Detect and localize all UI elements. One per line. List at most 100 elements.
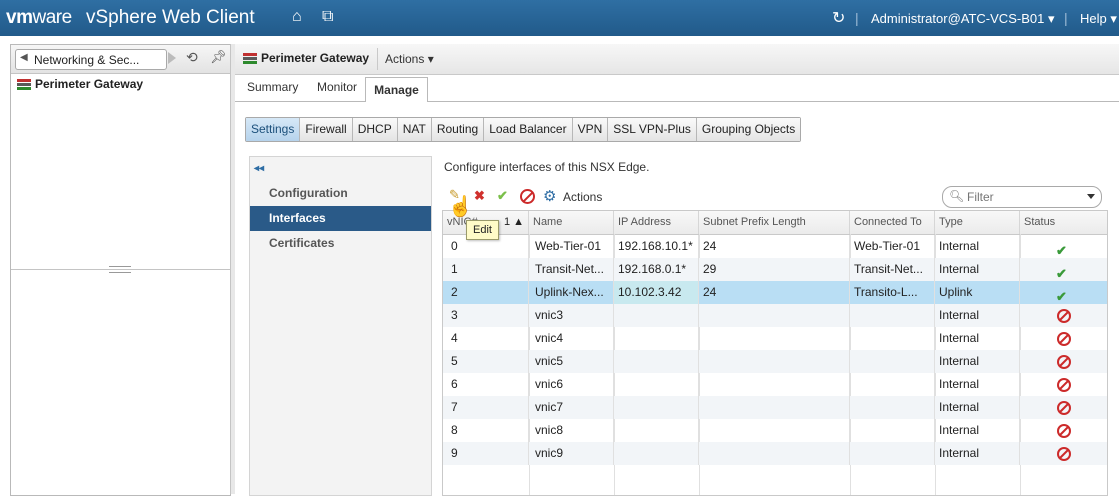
- nav-back-label: Networking & Sec...: [34, 53, 140, 67]
- subtab-settings[interactable]: Settings: [246, 118, 301, 141]
- table-row[interactable]: 4 vnic4 Internal: [443, 327, 1107, 350]
- actions-menu[interactable]: Actions ▾: [385, 52, 434, 66]
- cell-type: Internal: [935, 373, 1020, 396]
- cell-name: vnic6: [529, 373, 614, 396]
- col-header-name[interactable]: Name: [529, 211, 614, 234]
- col-header-prefix[interactable]: Subnet Prefix Length: [699, 211, 850, 234]
- cell-type: Internal: [935, 396, 1020, 419]
- table-row[interactable]: 7 vnic7 Internal: [443, 396, 1107, 419]
- history-icon[interactable]: ⟲: [186, 49, 198, 66]
- table-row[interactable]: 9 vnic9 Internal: [443, 442, 1107, 465]
- pin-icon[interactable]: 📌︎: [210, 49, 227, 65]
- separator: |: [855, 10, 859, 26]
- table-row[interactable]: 5 vnic5 Internal: [443, 350, 1107, 373]
- cell-prefix: [699, 396, 850, 419]
- col-header-type[interactable]: Type: [935, 211, 1020, 234]
- table-row[interactable]: 8 vnic8 Internal: [443, 419, 1107, 442]
- top-bar: vmware vSphere Web Client ⌂ ⧉ ↻ | Admini…: [0, 0, 1119, 36]
- app-title: vSphere Web Client: [86, 7, 255, 28]
- chevron-down-icon[interactable]: [1087, 194, 1095, 199]
- subtab-firewall[interactable]: Firewall: [300, 118, 353, 141]
- cell-vnic: 6: [443, 373, 529, 396]
- refresh-icon[interactable]: ↻: [832, 8, 845, 28]
- tab-monitor[interactable]: Monitor: [317, 80, 357, 100]
- cell-status: [1020, 419, 1107, 442]
- green-check-icon: ✔: [1056, 289, 1067, 304]
- cell-ip: [614, 304, 699, 327]
- home-icon[interactable]: ⌂: [292, 8, 302, 26]
- cell-vnic: 3: [443, 304, 529, 327]
- sort-asc-icon: 1 ▲: [503, 216, 524, 228]
- subtab-routing[interactable]: Routing: [431, 118, 485, 141]
- vertical-splitter[interactable]: [230, 44, 235, 494]
- cell-status: [1020, 304, 1107, 327]
- delete-icon[interactable]: ✖: [474, 188, 485, 204]
- new-window-icon[interactable]: ⧉: [322, 8, 333, 26]
- cell-name: Transit-Net...: [529, 258, 614, 281]
- nav-certificates[interactable]: Certificates: [250, 231, 431, 256]
- object-title: Perimeter Gateway: [243, 51, 369, 65]
- cell-connected: Transito-L...: [850, 281, 935, 304]
- subtab-nat[interactable]: NAT: [397, 118, 432, 141]
- hand-cursor-icon: ☝: [448, 196, 473, 218]
- col-header-connected[interactable]: Connected To: [850, 211, 935, 234]
- table-row[interactable]: 3 vnic3 Internal: [443, 304, 1107, 327]
- disable-icon[interactable]: [520, 189, 535, 204]
- filter-box[interactable]: 🔍︎: [942, 186, 1102, 208]
- red-no-entry-icon: [1057, 447, 1071, 461]
- pane-resize-handle[interactable]: [109, 266, 131, 273]
- cell-prefix: [699, 419, 850, 442]
- green-check-icon: ✔: [1056, 243, 1067, 258]
- help-menu[interactable]: Help ▾: [1080, 11, 1117, 27]
- cell-status: ✔: [1020, 235, 1107, 258]
- table-row[interactable]: 6 vnic6 Internal: [443, 373, 1107, 396]
- back-navigation-button[interactable]: ◀ Networking & Sec...: [15, 49, 167, 70]
- cell-ip: [614, 396, 699, 419]
- cell-prefix: 29: [699, 258, 850, 281]
- table-row[interactable]: 2 Uplink-Nex... 10.102.3.42 24 Transito-L...…: [443, 281, 1107, 304]
- cell-prefix: 24: [699, 235, 850, 258]
- cell-status: [1020, 396, 1107, 419]
- cell-type: Internal: [935, 304, 1020, 327]
- cell-connected: [850, 419, 935, 442]
- cell-name: vnic5: [529, 350, 614, 373]
- collapse-icon[interactable]: ◂◂: [254, 163, 264, 174]
- cell-status: [1020, 373, 1107, 396]
- tab-summary[interactable]: Summary: [247, 80, 298, 100]
- subtab-vpn[interactable]: VPN: [572, 118, 609, 141]
- cell-ip: [614, 373, 699, 396]
- forward-arrow-icon[interactable]: [168, 52, 176, 64]
- col-header-status[interactable]: Status: [1020, 211, 1107, 234]
- user-menu[interactable]: Administrator@ATC-VCS-B01 ▾: [871, 11, 1054, 27]
- nav-configuration[interactable]: Configuration: [250, 181, 431, 206]
- col-header-ip[interactable]: IP Address: [614, 211, 699, 234]
- nav-interfaces[interactable]: Interfaces: [250, 206, 431, 231]
- subtab-load-balancer[interactable]: Load Balancer: [484, 118, 573, 141]
- cell-status: ✔: [1020, 281, 1107, 304]
- tree-item-perimeter-gateway[interactable]: Perimeter Gateway: [17, 77, 143, 91]
- navigator-pane: ◀ Networking & Sec... ⟲ 📌︎ Perimeter Gat…: [10, 44, 231, 496]
- filter-input[interactable]: [965, 188, 1079, 206]
- enable-check-icon[interactable]: ✔: [497, 188, 508, 204]
- cell-type: Internal: [935, 327, 1020, 350]
- cell-ip: 192.168.0.1*: [614, 258, 699, 281]
- cell-name: vnic9: [529, 442, 614, 465]
- cell-name: vnic7: [529, 396, 614, 419]
- toolbar-actions-button[interactable]: Actions: [563, 190, 602, 204]
- vmware-logo: vmware: [6, 7, 72, 28]
- table-row[interactable]: 0 Web-Tier-01 192.168.10.1* 24 Web-Tier-01 In…: [443, 235, 1107, 258]
- table-row[interactable]: 1 Transit-Net... 192.168.0.1* 29 Transit-Net…: [443, 258, 1107, 281]
- subtab-ssl-vpn-plus[interactable]: SSL VPN-Plus: [608, 118, 697, 141]
- red-no-entry-icon: [1057, 355, 1071, 369]
- cell-ip: 192.168.10.1*: [614, 235, 699, 258]
- cell-ip[interactable]: 10.102.3.42: [614, 281, 699, 304]
- subtab-grouping-objects[interactable]: Grouping Objects: [696, 118, 801, 141]
- tab-manage[interactable]: Manage: [365, 77, 428, 102]
- cell-type: Internal: [935, 442, 1020, 465]
- red-no-entry-icon: [1057, 332, 1071, 346]
- subtab-dhcp[interactable]: DHCP: [352, 118, 398, 141]
- cell-prefix: [699, 350, 850, 373]
- cell-ip: [614, 327, 699, 350]
- gear-icon[interactable]: ⚙: [543, 187, 556, 205]
- red-no-entry-icon: [1057, 378, 1071, 392]
